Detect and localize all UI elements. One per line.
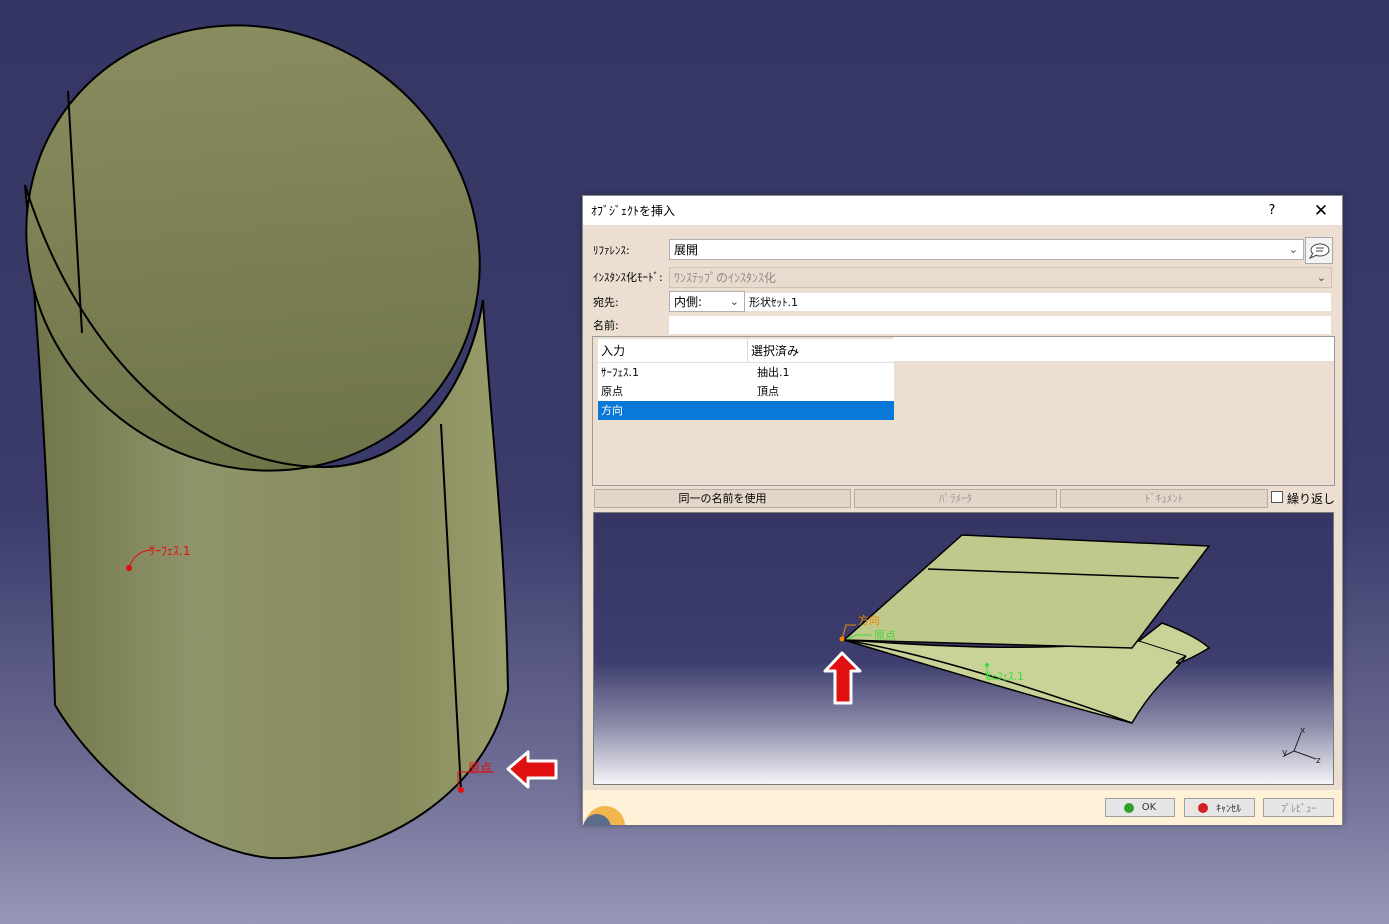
preview-viewer[interactable]: 方向 原点 ｻｰﾌｪｽ.1 x y z: [593, 512, 1334, 785]
preview-direction-label: 方向: [858, 613, 880, 627]
table-header: 入力 選択済み: [598, 339, 894, 363]
instantiation-mode-label: ｲﾝｽﾀﾝｽ化ﾓｰﾄﾞ:: [593, 271, 663, 284]
name-field[interactable]: [669, 316, 1331, 334]
ok-button[interactable]: OK: [1105, 798, 1175, 817]
parameters-button[interactable]: ﾊﾟﾗﾒｰﾀ: [854, 489, 1057, 508]
reference-label: ﾘﾌｧﾚﾝｽ:: [593, 244, 630, 257]
name-label: 名前:: [593, 319, 619, 332]
insert-object-dialog: ｵﾌﾞｼﾞｪｸﾄを挿入 ? ✕ ﾘﾌｧﾚﾝｽ: 展開 ⌄ ｲﾝｽﾀﾝｽ化ﾓｰﾄﾞ…: [582, 195, 1343, 825]
table-row[interactable]: ｻｰﾌｪｽ.1 抽出.1: [598, 363, 894, 382]
ok-label: OK: [1141, 802, 1157, 813]
close-icon[interactable]: ✕: [1308, 199, 1334, 223]
reference-row: ﾘﾌｧﾚﾝｽ:: [593, 240, 669, 260]
input-cell: ｻｰﾌｪｽ.1: [601, 366, 639, 379]
help-icon[interactable]: ?: [1262, 201, 1282, 221]
table-row-selected[interactable]: 方向: [598, 401, 894, 420]
axis-compass-icon: x y z: [1282, 726, 1321, 766]
use-same-name-button[interactable]: 同一の名前を使用: [594, 489, 851, 508]
column-header-input[interactable]: 入力: [598, 339, 748, 362]
dialog-footer: OK ｷｬﾝｾﾙ ﾌﾟﾚﾋﾞｭｰ: [583, 790, 1342, 825]
selected-cell: 抽出.1: [757, 366, 790, 379]
origin-label: 原点: [468, 761, 492, 775]
cylinder-surface[interactable]: [0, 0, 570, 860]
left-arrow-icon: [506, 750, 558, 789]
instantiation-mode-value: ﾜﾝｽﾃｯﾌﾟのｲﾝｽﾀﾝｽ化: [674, 271, 777, 285]
instantiation-mode-row: ｲﾝｽﾀﾝｽ化ﾓｰﾄﾞ:: [593, 267, 669, 287]
chevron-down-icon: ⌄: [729, 295, 739, 308]
list-header-strip: [893, 337, 1334, 361]
chevron-down-icon: ⌄: [1288, 243, 1298, 256]
destination-combo-value: 内側:: [674, 295, 703, 309]
destination-row: 宛先:: [593, 292, 669, 312]
destination-select[interactable]: 内側: ⌄: [669, 291, 745, 312]
catia-globe-icon: [583, 798, 625, 825]
cancel-label: ｷｬﾝｾﾙ: [1216, 804, 1241, 815]
instantiation-mode-select[interactable]: ﾜﾝｽﾃｯﾌﾟのｲﾝｽﾀﾝｽ化 ⌄: [669, 267, 1332, 288]
speech-balloon-icon[interactable]: [1305, 237, 1333, 264]
selected-cell: [754, 401, 757, 420]
preview-surface-label: ｻｰﾌｪｽ.1: [986, 670, 1024, 683]
destination-label: 宛先:: [593, 296, 619, 309]
input-cell: 原点: [601, 385, 623, 398]
destination-field[interactable]: 形状ｾｯﾄ.1: [745, 293, 1331, 311]
table-row[interactable]: 原点 頂点: [598, 382, 894, 401]
surface-label: ｻｰﾌｪｽ.1: [149, 544, 190, 558]
preview-origin-label: 原点: [874, 629, 896, 642]
chevron-down-icon: ⌄: [1316, 271, 1326, 284]
column-header-selected[interactable]: 選択済み: [748, 339, 799, 362]
preview-button[interactable]: ﾌﾟﾚﾋﾞｭｰ: [1263, 798, 1334, 817]
input-cell: 方向: [601, 404, 623, 417]
axis-z-label: z: [1316, 756, 1321, 766]
axis-y-label: y: [1282, 748, 1288, 758]
title-bar[interactable]: ｵﾌﾞｼﾞｪｸﾄを挿入 ? ✕: [583, 196, 1342, 225]
documents-button[interactable]: ﾄﾞｷｭﾒﾝﾄ: [1060, 489, 1268, 508]
repeat-checkbox[interactable]: [1271, 491, 1283, 503]
dialog-title: ｵﾌﾞｼﾞｪｸﾄを挿入: [591, 204, 676, 218]
inputs-list: 入力 選択済み ｻｰﾌｪｽ.1 抽出.1 原点 頂点 方向: [592, 336, 1335, 486]
reference-value: 展開: [674, 243, 699, 257]
green-led-icon: [1123, 802, 1134, 813]
red-led-icon: [1198, 802, 1208, 813]
selected-cell: 頂点: [757, 385, 779, 398]
axis-x-label: x: [1300, 726, 1306, 736]
reference-select[interactable]: 展開 ⌄: [669, 239, 1304, 260]
name-row: 名前:: [593, 315, 669, 335]
cancel-button[interactable]: ｷｬﾝｾﾙ: [1184, 798, 1255, 817]
repeat-label: 繰り返し: [1287, 492, 1336, 506]
inputs-table: 入力 選択済み ｻｰﾌｪｽ.1 抽出.1 原点 頂点 方向: [598, 339, 894, 420]
up-arrow-icon: [823, 651, 862, 705]
